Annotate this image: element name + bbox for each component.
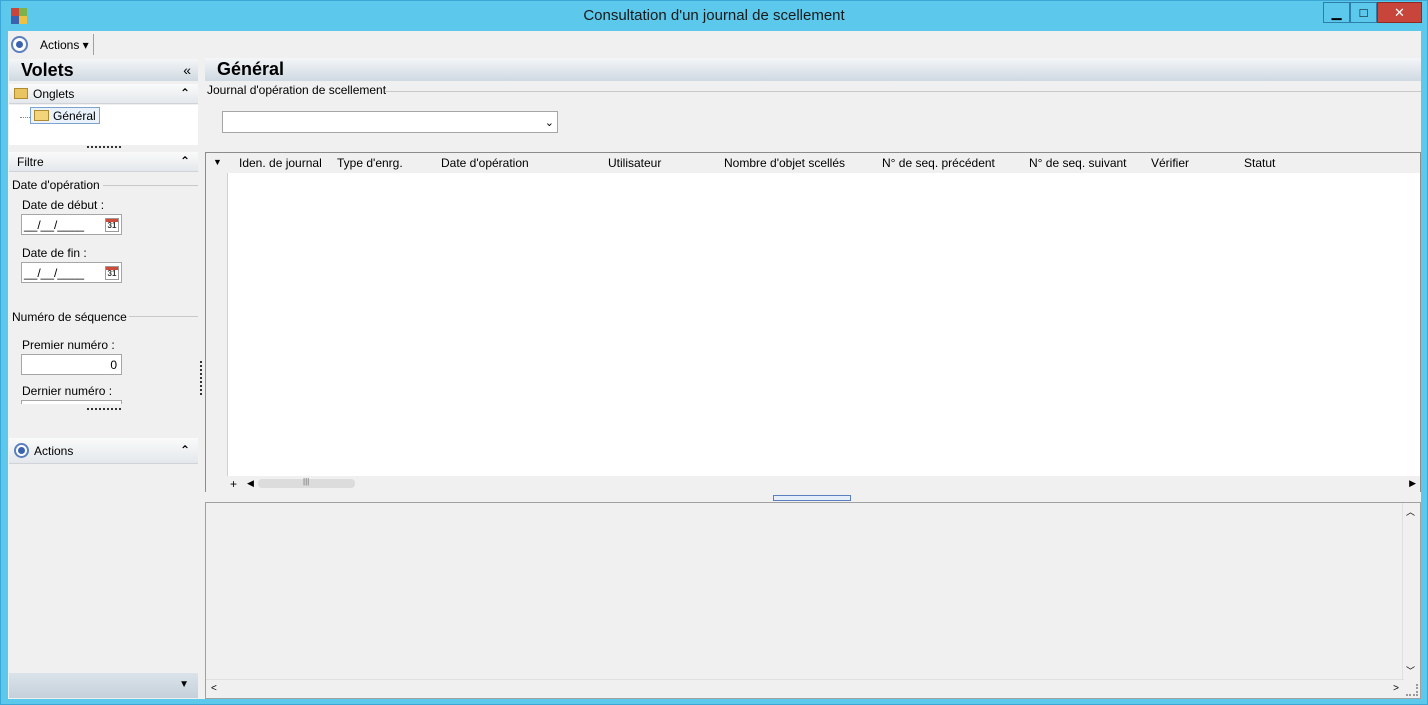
scroll-thumb[interactable] bbox=[258, 477, 355, 488]
collapse-up-icon[interactable]: ⌃ bbox=[180, 86, 190, 100]
group-divider bbox=[129, 316, 198, 317]
maximize-button[interactable]: □ bbox=[1350, 2, 1377, 23]
toolbar-actions-menu[interactable]: Actions ▾ bbox=[40, 38, 89, 52]
scroll-right-icon[interactable]: > bbox=[1393, 683, 1399, 694]
filtre-title: Filtre bbox=[17, 155, 44, 169]
client-area: Actions ▾ Volets « Onglets ⌃ Général Fil… bbox=[8, 31, 1421, 699]
column-header[interactable]: Type d'enrg. bbox=[337, 156, 403, 170]
minimize-icon: ▁ bbox=[1331, 4, 1342, 20]
splitter-grip[interactable] bbox=[87, 408, 121, 410]
column-header[interactable]: N° de seq. précédent bbox=[882, 156, 995, 170]
detail-horizontal-scrollbar[interactable]: < > bbox=[206, 679, 1404, 698]
volets-panel: Volets « Onglets ⌃ Général Filtre ⌃ Date… bbox=[8, 58, 199, 699]
volets-header: Volets « bbox=[9, 59, 198, 81]
end-date-value: __/__/____ bbox=[24, 266, 85, 280]
vertical-splitter-grip[interactable] bbox=[200, 361, 202, 395]
panel-footer: ▼ bbox=[9, 673, 198, 698]
scroll-left-icon[interactable]: ◀ bbox=[247, 478, 254, 489]
add-row-icon[interactable]: + bbox=[230, 477, 237, 491]
maximize-icon: □ bbox=[1359, 5, 1368, 20]
column-chooser-icon[interactable]: ▼ bbox=[213, 157, 222, 167]
scroll-down-icon[interactable]: ﹀ bbox=[1406, 664, 1415, 677]
close-button[interactable]: ✕ bbox=[1377, 2, 1422, 23]
column-header[interactable]: Utilisateur bbox=[608, 156, 661, 170]
calendar-icon[interactable]: 31 bbox=[105, 218, 119, 232]
start-date-field[interactable]: __/__/____ 31 bbox=[21, 214, 122, 235]
group-divider bbox=[385, 91, 1421, 92]
splitter-toggle[interactable] bbox=[773, 495, 851, 501]
column-header[interactable]: Vérifier bbox=[1151, 156, 1189, 170]
volets-title: Volets bbox=[21, 60, 74, 80]
calendar-icon[interactable]: 31 bbox=[105, 266, 119, 280]
start-date-label: Date de début : bbox=[22, 198, 105, 212]
main-header: Général bbox=[205, 58, 1421, 81]
column-header[interactable]: Date d'opération bbox=[441, 156, 529, 170]
onglets-section-header[interactable]: Onglets ⌃ bbox=[9, 84, 198, 104]
window-title: Consultation d'un journal de scellement bbox=[583, 7, 845, 24]
open-folder-icon bbox=[34, 110, 49, 121]
actions-title: Actions bbox=[34, 444, 74, 458]
scroll-left-icon[interactable]: < bbox=[211, 683, 217, 694]
sequence-group-label: Numéro de séquence bbox=[12, 310, 127, 324]
filtre-section-header[interactable]: Filtre ⌃ bbox=[9, 152, 198, 172]
title-bar[interactable]: Consultation d'un journal de scellement … bbox=[1, 1, 1427, 31]
close-icon: ✕ bbox=[1394, 4, 1405, 20]
row-selector-column bbox=[206, 173, 228, 477]
first-number-value: 0 bbox=[110, 358, 117, 372]
date-operation-group-label: Date d'opération bbox=[12, 178, 100, 192]
resize-grip-icon[interactable] bbox=[1406, 684, 1418, 696]
splitter-grip[interactable] bbox=[87, 146, 121, 148]
column-header[interactable]: Statut bbox=[1244, 156, 1275, 170]
end-date-field[interactable]: __/__/____ 31 bbox=[21, 262, 122, 283]
start-date-value: __/__/____ bbox=[24, 218, 85, 232]
column-header[interactable]: Nombre d'objet scellés bbox=[724, 156, 845, 170]
actions-radio-icon bbox=[14, 443, 29, 458]
tree-item-general[interactable]: Général bbox=[30, 107, 100, 124]
last-number-field[interactable] bbox=[21, 400, 122, 404]
column-header[interactable]: N° de seq. suivant bbox=[1029, 156, 1127, 170]
detail-panel: ︿ ﹀ < > bbox=[205, 502, 1421, 699]
grid-horizontal-scrollbar[interactable]: + ◀ ▶ bbox=[206, 476, 1420, 492]
page-title: Général bbox=[217, 59, 285, 79]
collapse-up-icon[interactable]: ⌃ bbox=[180, 154, 190, 168]
onglets-title: Onglets bbox=[33, 87, 75, 101]
onglets-tree: Général bbox=[9, 105, 198, 145]
actions-radio-icon bbox=[11, 36, 28, 53]
journal-grid: ▼ Iden. de journal Type d'enrg. Date d'o… bbox=[205, 152, 1421, 492]
journal-group-label: Journal d'opération de scellement bbox=[207, 83, 387, 97]
scroll-up-icon[interactable]: ︿ bbox=[1406, 505, 1415, 518]
main-panel: Général Journal d'opération de scellemen… bbox=[205, 58, 1421, 699]
chevron-down-icon[interactable]: ⌄ bbox=[545, 116, 554, 129]
column-header[interactable]: Iden. de journal bbox=[239, 156, 322, 170]
detail-vertical-scrollbar[interactable]: ︿ ﹀ bbox=[1402, 503, 1420, 679]
tree-connector bbox=[20, 117, 30, 118]
folder-icon bbox=[14, 88, 28, 99]
first-number-field[interactable]: 0 bbox=[21, 354, 122, 375]
last-number-label: Dernier numéro : bbox=[22, 384, 113, 398]
collapse-panel-icon[interactable]: « bbox=[183, 62, 191, 78]
end-date-label: Date de fin : bbox=[22, 246, 87, 260]
chevron-down-icon[interactable]: ▼ bbox=[179, 679, 189, 690]
grid-header: ▼ Iden. de journal Type d'enrg. Date d'o… bbox=[206, 153, 1420, 173]
toolbar: Actions ▾ bbox=[8, 31, 1421, 58]
actions-section-header[interactable]: Actions ⌃ bbox=[9, 438, 198, 464]
toolbar-separator bbox=[93, 34, 94, 55]
scroll-right-icon[interactable]: ▶ bbox=[1409, 478, 1416, 489]
app-window: Consultation d'un journal de scellement … bbox=[0, 0, 1428, 705]
minimize-button[interactable]: ▁ bbox=[1323, 2, 1350, 23]
journal-select[interactable]: ⌄ bbox=[222, 111, 558, 133]
collapse-up-icon[interactable]: ⌃ bbox=[180, 443, 190, 457]
first-number-label: Premier numéro : bbox=[22, 338, 115, 352]
tree-item-label: Général bbox=[53, 109, 96, 123]
group-divider bbox=[103, 185, 198, 186]
